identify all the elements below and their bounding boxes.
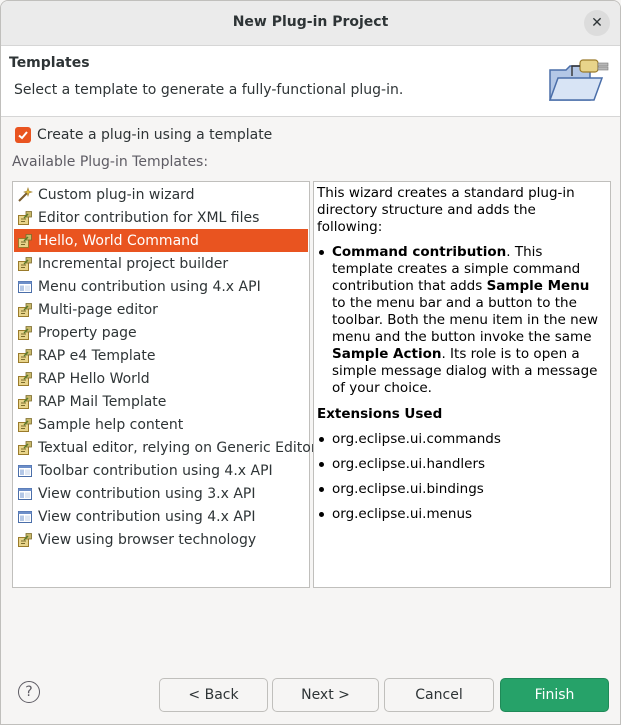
template-item-label: Property page: [38, 324, 137, 341]
plugin-icon: [17, 302, 33, 318]
template-item-label: RAP Mail Template: [38, 393, 167, 410]
plugin-icon: [17, 417, 33, 433]
close-button[interactable]: ✕: [584, 10, 610, 36]
dialog-window: New Plug-in Project ✕ Templates Select a…: [0, 0, 621, 725]
template-item-label: Incremental project builder: [38, 255, 229, 272]
template-item-label: Toolbar contribution using 4.x API: [38, 462, 273, 479]
template-item[interactable]: Multi-page editor: [14, 298, 308, 321]
window-icon: [17, 463, 33, 479]
template-item-label: Custom plug-in wizard: [38, 186, 195, 203]
plugin-icon: [17, 440, 33, 456]
template-item-label: View contribution using 3.x API: [38, 485, 256, 502]
template-item[interactable]: View contribution using 3.x API: [14, 482, 308, 505]
template-item[interactable]: Toolbar contribution using 4.x API: [14, 459, 308, 482]
plugin-icon: [17, 325, 33, 341]
extension-label: org.eclipse.ui.commands: [332, 431, 501, 447]
template-item-label: Hello, World Command: [38, 232, 199, 249]
extension-label: org.eclipse.ui.handlers: [332, 456, 486, 472]
template-item[interactable]: Property page: [14, 321, 308, 344]
bullet-icon: [319, 437, 324, 442]
template-item[interactable]: RAP Hello World: [14, 367, 308, 390]
template-item-label: Multi-page editor: [38, 301, 158, 318]
extension-item: org.eclipse.ui.commands: [317, 431, 603, 456]
extensions-title: Extensions Used: [317, 406, 443, 422]
template-item[interactable]: Incremental project builder: [14, 252, 308, 275]
description-intro: This wizard creates a standard plug-in d…: [317, 185, 575, 235]
extension-label: org.eclipse.ui.bindings: [332, 481, 484, 497]
bullet-icon: [319, 462, 324, 467]
extension-item: org.eclipse.ui.bindings: [317, 481, 603, 506]
window-icon: [17, 486, 33, 502]
plugin-icon: [17, 394, 33, 410]
wizard-icon: [17, 186, 33, 203]
template-item[interactable]: RAP e4 Template: [14, 344, 308, 367]
back-button[interactable]: < Back: [159, 678, 268, 712]
cancel-button[interactable]: Cancel: [384, 678, 494, 712]
use-template-checkbox-row[interactable]: Create a plug-in using a template: [15, 127, 272, 143]
finish-button[interactable]: Finish: [500, 678, 609, 712]
bullet-title: Command contribution: [332, 244, 507, 260]
plugin-icon: [17, 210, 33, 226]
title-bar: New Plug-in Project ✕: [1, 1, 620, 46]
template-item-label: Textual editor, relying on Generic Edito…: [38, 439, 317, 456]
page-title: Templates: [9, 55, 90, 71]
bullet-text-2: to the menu bar and a button to the tool…: [332, 295, 599, 345]
help-button[interactable]: ?: [18, 681, 40, 703]
template-item[interactable]: Menu contribution using 4.x API: [14, 275, 308, 298]
window-title: New Plug-in Project: [232, 14, 389, 30]
use-template-label[interactable]: Create a plug-in using a template: [37, 127, 272, 143]
plugin-icon: [17, 233, 33, 249]
template-description-panel: This wizard creates a standard plug-in d…: [313, 181, 611, 588]
template-item[interactable]: Textual editor, relying on Generic Edito…: [14, 436, 317, 459]
template-item-label: View contribution using 4.x API: [38, 508, 256, 525]
help-icon: ?: [25, 684, 33, 700]
extensions-list: org.eclipse.ui.commands org.eclipse.ui.ha…: [317, 431, 603, 531]
extension-item: org.eclipse.ui.menus: [317, 506, 603, 531]
template-item-label: RAP Hello World: [38, 370, 150, 387]
folder-plugin-icon: [548, 59, 609, 101]
wizard-header: Templates Select a template to generate …: [1, 46, 620, 117]
template-description: This wizard creates a standard plug-in d…: [317, 185, 603, 531]
template-item[interactable]: RAP Mail Template: [14, 390, 308, 413]
template-item[interactable]: Custom plug-in wizard: [14, 183, 308, 206]
checkmark-icon: [18, 131, 28, 140]
plugin-icon: [17, 256, 33, 272]
bullet-icon: [319, 512, 324, 517]
template-item[interactable]: Sample help content: [14, 413, 308, 436]
template-item[interactable]: Hello, World Command: [14, 229, 308, 252]
template-item-label: RAP e4 Template: [38, 347, 156, 364]
available-templates-label: Available Plug-in Templates:: [12, 154, 209, 170]
bullet-icon: [319, 487, 324, 492]
use-template-checkbox[interactable]: [15, 127, 31, 143]
template-list[interactable]: Custom plug-in wizard Editor contribution…: [12, 181, 317, 588]
page-description: Select a template to generate a fully-fu…: [14, 82, 404, 98]
bullet-bold-1: Sample Menu: [486, 278, 590, 294]
template-item-label: Menu contribution using 4.x API: [38, 278, 261, 295]
close-icon: ✕: [591, 15, 603, 31]
template-item[interactable]: View using browser technology: [14, 528, 308, 551]
description-bullet: Command contribution. This template crea…: [317, 244, 603, 397]
window-icon: [17, 509, 33, 525]
plugin-icon: [17, 532, 33, 548]
plugin-icon: [17, 371, 33, 387]
template-item-label: Sample help content: [38, 416, 184, 433]
extension-item: org.eclipse.ui.handlers: [317, 456, 603, 481]
template-item[interactable]: Editor contribution for XML files: [14, 206, 308, 229]
template-item-label: View using browser technology: [38, 531, 257, 548]
template-item[interactable]: View contribution using 4.x API: [14, 505, 308, 528]
next-button[interactable]: Next >: [272, 678, 379, 712]
window-icon: [17, 279, 33, 295]
extension-label: org.eclipse.ui.menus: [332, 506, 473, 522]
template-item-label: Editor contribution for XML files: [38, 209, 260, 226]
bullet-bold-2: Sample Action: [332, 346, 442, 362]
plugin-icon: [17, 348, 33, 364]
bullet-icon: [319, 250, 324, 255]
